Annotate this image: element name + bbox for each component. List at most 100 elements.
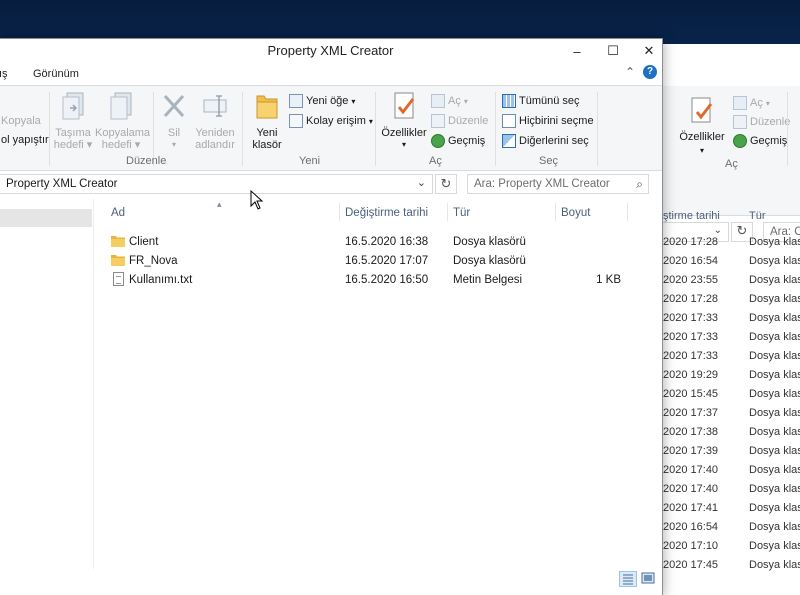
select-none-button[interactable]: Hiçbirini seçme	[502, 112, 594, 130]
bg-row-date: 2020 17:33	[663, 312, 719, 324]
chevron-down-icon[interactable]: ⌄	[417, 176, 426, 189]
chevron-down-icon[interactable]: ⌄	[714, 225, 722, 236]
sort-ascending-icon: ▴	[217, 199, 222, 209]
file-row-client[interactable]: Client 16.5.2020 16:38 Dosya klasörü	[105, 233, 630, 252]
select-none-icon	[502, 114, 516, 128]
file-row-kullanimi[interactable]: Kullanımı.txt 16.5.2020 16:50 Metin Belg…	[105, 271, 630, 290]
bg-properties-button[interactable]: Özellikler ▾	[677, 96, 727, 157]
column-header-name[interactable]: Ad	[111, 207, 125, 219]
invert-selection-button[interactable]: Diğerlerini seç	[502, 132, 589, 150]
bg-row-type: Dosya klas	[749, 407, 800, 419]
properties-icon	[691, 97, 713, 123]
bg-row-type: Dosya klas	[749, 350, 800, 362]
ribbon: Kopyala ol yapıştır Taşıma hedefi ▾ Kopy…	[0, 85, 662, 171]
delete-button[interactable]: Sil ▾	[157, 90, 191, 151]
move-to-button[interactable]: Taşıma hedefi ▾	[53, 90, 93, 151]
large-icons-view-icon[interactable]	[640, 571, 658, 587]
bg-row-date: 2020 17:28	[663, 293, 719, 305]
file-type: Metin Belgesi	[453, 274, 523, 286]
new-folder-icon	[256, 95, 278, 119]
navigation-pane[interactable]	[0, 199, 94, 569]
explorer-window[interactable]: Property XML Creator – ☐ ✕ ış Görünüm ⌃ …	[0, 38, 663, 595]
file-size: 1 KB	[596, 274, 621, 286]
bg-row-type: Dosya klas	[749, 464, 800, 476]
column-header-type[interactable]: Tür	[453, 207, 470, 219]
edit-icon	[431, 114, 445, 128]
properties-button[interactable]: Özellikler ▾	[379, 90, 429, 151]
history-icon	[431, 134, 445, 148]
background-explorer-window[interactable]: Özellikler ▾ Aç ▾ Düzenle Geçmiş Aç ⌄ ↻ A…	[640, 44, 800, 595]
bg-row-type: Dosya klas	[749, 559, 800, 571]
select-all-button[interactable]: Tümünü seç	[502, 92, 580, 110]
bg-history-button[interactable]: Geçmiş	[733, 132, 787, 150]
new-group-label: Yeni	[299, 155, 321, 167]
bg-row-date: 2020 17:39	[663, 445, 719, 457]
file-modified: 16.5.2020 17:07	[345, 255, 429, 267]
new-item-button[interactable]: Yeni öğe ▾	[289, 92, 355, 110]
mouse-cursor-icon	[250, 190, 264, 210]
background-ribbon: Özellikler ▾ Aç ▾ Düzenle Geçmiş Aç	[641, 86, 800, 216]
bg-row-type: Dosya klas	[749, 331, 800, 343]
help-icon[interactable]: ?	[643, 65, 657, 79]
bg-row-date: 2020 17:37	[663, 407, 719, 419]
bg-row-date: 2020 15:45	[663, 388, 719, 400]
copy-to-button[interactable]: Kopyalama hedefi ▾	[95, 90, 150, 151]
bg-row-type: Dosya klas	[749, 255, 800, 267]
copy-to-icon	[110, 92, 132, 120]
address-field[interactable]: Property XML Creator ⌄	[0, 174, 433, 194]
bg-row-date: 2020 16:54	[663, 255, 719, 267]
easy-access-button[interactable]: Kolay erişim ▾	[289, 112, 373, 130]
details-view-icon[interactable]	[619, 571, 637, 587]
collapse-ribbon-icon[interactable]: ⌃	[625, 65, 635, 79]
file-name: Client	[129, 236, 159, 248]
search-input[interactable]: Ara: Property XML Creator ⌕	[467, 174, 649, 194]
rename-icon	[203, 95, 227, 117]
maximize-button[interactable]: ☐	[595, 39, 631, 63]
bg-col-type[interactable]: Tür	[749, 210, 766, 222]
title-bar[interactable]: Property XML Creator – ☐ ✕	[0, 39, 662, 63]
column-header-size[interactable]: Boyut	[561, 207, 590, 219]
bg-row-type: Dosya klas	[749, 369, 800, 381]
address-bar: Property XML Creator ⌄ ↻ Ara: Property X…	[0, 173, 662, 197]
file-modified: 16.5.2020 16:50	[345, 274, 429, 286]
rename-button[interactable]: Yeniden adlandır	[193, 90, 237, 151]
bg-row-date: 2020 17:10	[663, 540, 719, 552]
minimize-button[interactable]: –	[559, 39, 595, 63]
file-row-fr-nova[interactable]: FR_Nova 16.5.2020 17:07 Dosya klasörü	[105, 252, 630, 271]
tab-partial[interactable]: ış	[0, 68, 8, 80]
bg-row-date: 2020 17:33	[663, 331, 719, 343]
nav-selected-item[interactable]	[0, 209, 92, 227]
edit-button[interactable]: Düzenle	[431, 112, 488, 130]
bg-row-type: Dosya klas	[749, 426, 800, 438]
bg-row-type: Dosya klas	[749, 293, 800, 305]
open-button[interactable]: Aç ▾	[431, 92, 468, 110]
copy-button[interactable]: Kopyala	[1, 112, 41, 130]
invert-selection-icon	[502, 134, 516, 148]
bg-row-date: 2020 17:40	[663, 483, 719, 495]
new-folder-button[interactable]: Yeni klasör	[247, 90, 287, 151]
history-icon	[733, 134, 747, 148]
bg-row-type: Dosya klas	[749, 483, 800, 495]
file-modified: 16.5.2020 16:38	[345, 236, 429, 248]
refresh-icon[interactable]: ↻	[435, 174, 457, 194]
column-header-modified[interactable]: Değiştirme tarihi	[345, 207, 428, 219]
file-name: FR_Nova	[129, 255, 178, 267]
select-all-icon	[502, 94, 516, 108]
open-icon	[431, 94, 445, 108]
bg-row-date: 2020 17:38	[663, 426, 719, 438]
bg-row-type: Dosya klas	[749, 521, 800, 533]
paste-shortcut-button[interactable]: ol yapıştır	[1, 131, 49, 149]
bg-row-date: 2020 17:40	[663, 464, 719, 476]
tab-view[interactable]: Görünüm	[33, 68, 79, 80]
close-button[interactable]: ✕	[631, 39, 662, 63]
file-list: Ad ▴ Değiştirme tarihi Tür Boyut Client …	[95, 199, 662, 579]
bg-row-date: 2020 17:28	[663, 236, 719, 248]
bg-edit-button[interactable]: Düzenle	[733, 113, 790, 131]
status-bar	[0, 567, 662, 595]
bg-row-date: 2020 16:54	[663, 521, 719, 533]
bg-row-date: 2020 19:29	[663, 369, 719, 381]
bg-col-modified[interactable]: ştirme tarihi	[663, 210, 720, 222]
file-type: Dosya klasörü	[453, 236, 526, 248]
bg-open-button[interactable]: Aç ▾	[733, 94, 770, 112]
history-button[interactable]: Geçmiş	[431, 132, 485, 150]
